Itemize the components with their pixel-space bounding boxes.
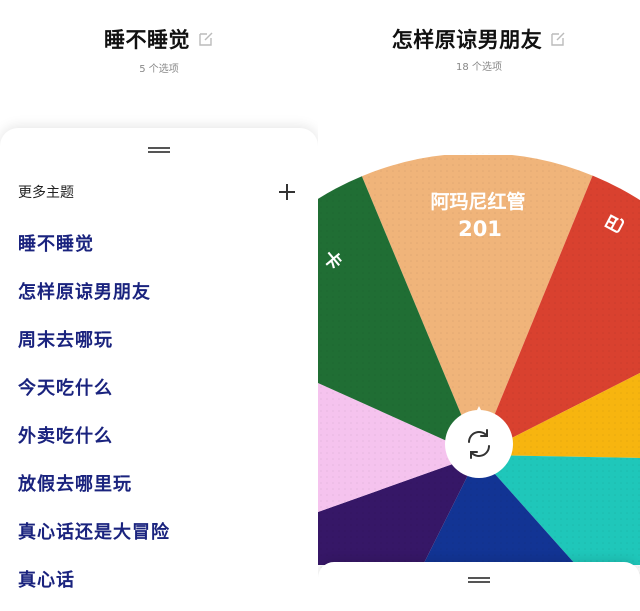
theme-item[interactable]: 外卖吃什么	[18, 422, 308, 470]
theme-item[interactable]: 真心话还是大冒险	[18, 518, 308, 566]
more-themes-sheet: 更多主题 睡不睡觉 怎样原谅男朋友 周末去哪玩 今天吃什么 外卖吃什么 放假去哪里玩 真心话…	[0, 128, 318, 611]
wheel[interactable]: 阿玛尼红管 201 卡 巴	[318, 0, 640, 611]
sheet-header: 更多主题	[18, 180, 298, 204]
result-sheet	[318, 562, 640, 611]
edit-icon[interactable]	[550, 31, 566, 47]
plus-icon[interactable]	[276, 181, 298, 203]
right-title-row: 怎样原谅男朋友	[318, 24, 640, 54]
left-title-row: 睡不睡觉	[0, 24, 318, 54]
spin-button[interactable]	[441, 406, 517, 482]
theme-list: 睡不睡觉 怎样原谅男朋友 周末去哪玩 今天吃什么 外卖吃什么 放假去哪里玩 真心话还是大冒险…	[18, 230, 308, 611]
left-screen: 睡不睡觉 5 个选项 更多主题 睡不睡觉 怎样原谅男朋友 周末去哪玩 今天吃什么 外卖吃…	[0, 0, 318, 611]
theme-item[interactable]: 周末去哪玩	[18, 326, 308, 374]
more-themes-label: 更多主题	[18, 185, 74, 201]
wheel-option-number: 201	[458, 217, 502, 241]
theme-item[interactable]: 睡不睡觉	[18, 230, 308, 278]
option-count: 5 个选项	[139, 64, 179, 75]
wheel-option-label: 阿玛尼红管	[430, 190, 525, 213]
theme-item[interactable]: 怎样原谅男朋友	[18, 278, 308, 326]
theme-item[interactable]: 真心话	[18, 566, 308, 611]
page-title: 怎样原谅男朋友	[391, 28, 543, 52]
edit-icon[interactable]	[198, 31, 214, 47]
theme-item[interactable]: 放假去哪里玩	[18, 470, 308, 518]
right-screen: 阿玛尼红管 201 卡 巴 怎样原谅男朋友 18 个选项	[318, 0, 640, 611]
theme-item[interactable]: 今天吃什么	[18, 374, 308, 422]
drag-handle-icon[interactable]	[148, 147, 170, 153]
option-count: 18 个选项	[456, 62, 502, 73]
drag-handle-icon[interactable]	[468, 577, 490, 583]
page-title: 睡不睡觉	[104, 28, 190, 52]
